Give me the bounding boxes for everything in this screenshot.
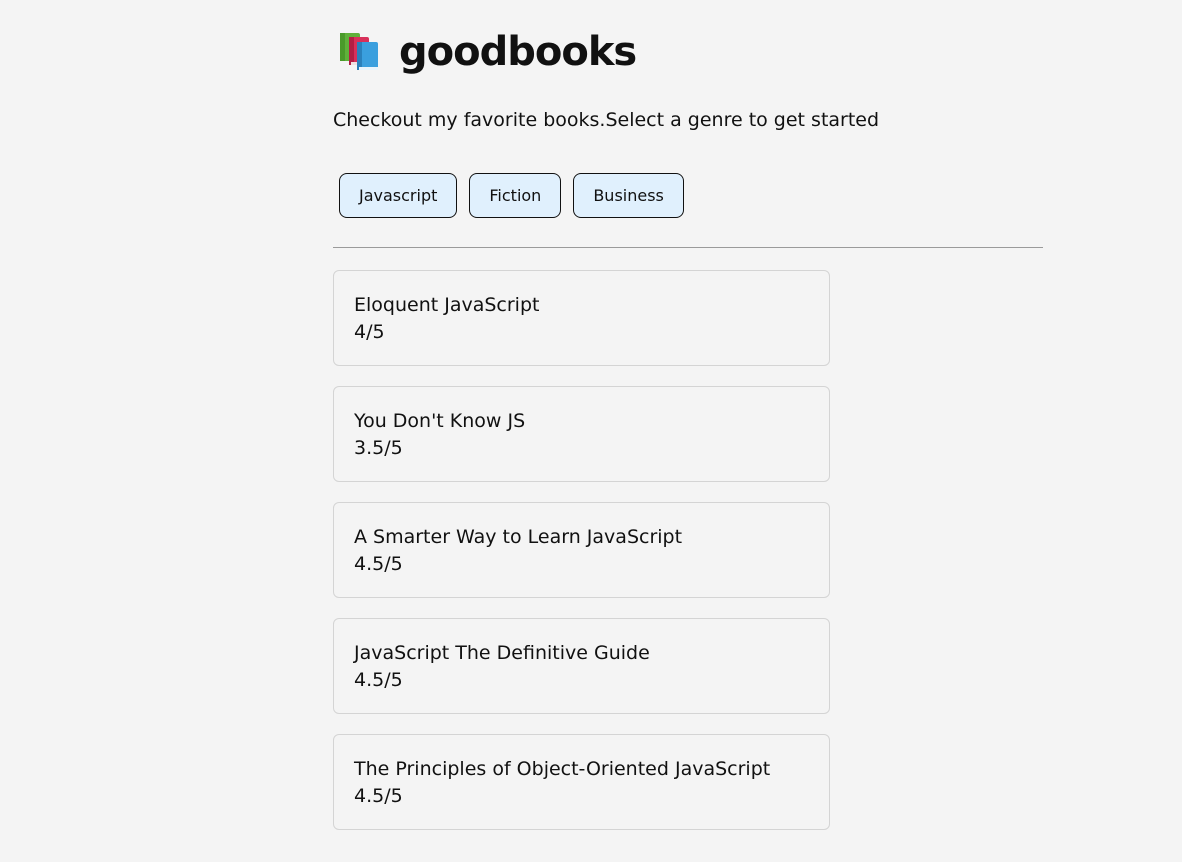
- book-item: The Principles of Object-Oriented JavaSc…: [333, 734, 830, 830]
- divider: [333, 247, 1043, 248]
- book-rating: 4.5/5: [354, 785, 403, 807]
- book-item: JavaScript The Definitive Guide 4.5/5: [333, 618, 830, 714]
- book-item: You Don't Know JS 3.5/5: [333, 386, 830, 482]
- book-rating: 3.5/5: [354, 437, 403, 459]
- book-name: A Smarter Way to Learn JavaScript: [354, 526, 683, 548]
- book-item: Eloquent JavaScript 4/5: [333, 270, 830, 366]
- book-name: You Don't Know JS: [354, 410, 526, 432]
- book-rating: 4.5/5: [354, 553, 403, 575]
- book-rating: 4/5: [354, 321, 385, 343]
- book-rating: 4.5/5: [354, 669, 403, 691]
- book-name: Eloquent JavaScript: [354, 294, 540, 316]
- genre-button-javascript[interactable]: Javascript: [339, 173, 458, 218]
- book-list: Eloquent JavaScript 4/5 You Don't Know J…: [333, 270, 830, 850]
- page-subtitle: Checkout my favorite books.Select a genr…: [333, 109, 880, 131]
- genre-button-business[interactable]: Business: [573, 173, 684, 218]
- book-name: The Principles of Object-Oriented JavaSc…: [354, 758, 771, 780]
- app-title: goodbooks: [399, 29, 637, 75]
- header: goodbooks: [337, 26, 637, 78]
- genre-button-fiction[interactable]: Fiction: [469, 173, 562, 218]
- book-item: A Smarter Way to Learn JavaScript 4.5/5: [333, 502, 830, 598]
- books-icon: [337, 29, 383, 75]
- genre-buttons: Javascript Fiction Business: [339, 173, 684, 218]
- book-name: JavaScript The Definitive Guide: [354, 642, 650, 664]
